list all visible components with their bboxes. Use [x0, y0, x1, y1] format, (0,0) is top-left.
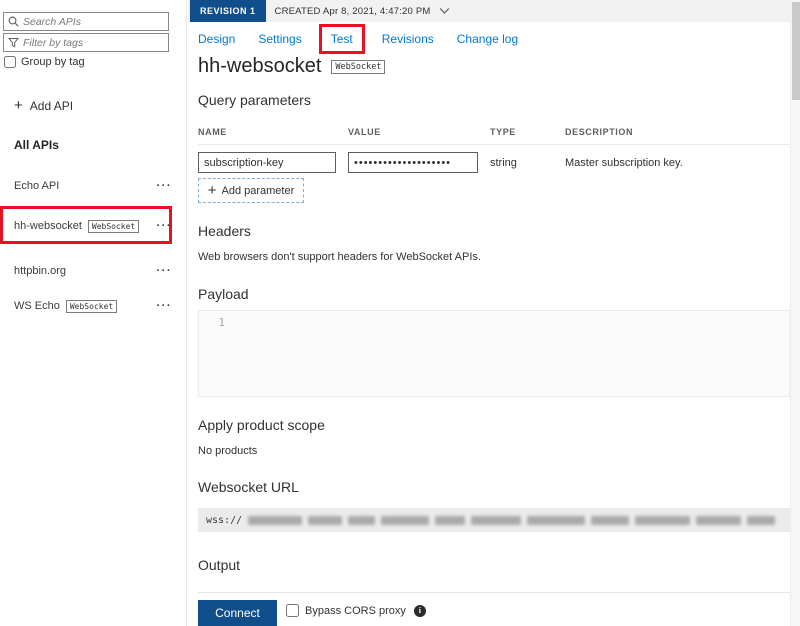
- all-apis-heading: All APIs: [14, 138, 59, 152]
- param-description-cell: Master subscription key.: [565, 157, 790, 169]
- headers-message: Web browsers don't support headers for W…: [198, 251, 481, 263]
- param-name-input[interactable]: [198, 152, 336, 173]
- redacted-url-segment: [308, 516, 342, 525]
- websocket-url-heading: Websocket URL: [198, 479, 299, 495]
- tab-revisions[interactable]: Revisions: [382, 32, 434, 46]
- tab-change-log[interactable]: Change log: [457, 32, 518, 46]
- tab-test[interactable]: Test: [319, 24, 365, 54]
- more-options-icon[interactable]: ···: [157, 300, 173, 312]
- group-by-tag-checkbox[interactable]: Group by tag: [4, 56, 85, 68]
- output-heading: Output: [198, 557, 240, 573]
- search-icon: [8, 16, 19, 27]
- headers-heading: Headers: [198, 223, 251, 239]
- plus-icon: +: [208, 183, 217, 198]
- group-by-tag-label: Group by tag: [21, 56, 85, 68]
- redacted-url-segment: [381, 516, 429, 525]
- param-type-cell: string: [490, 157, 565, 169]
- table-header-row: NAME VALUE TYPE DESCRIPTION: [198, 127, 790, 145]
- websocket-url-bar: wss://: [198, 508, 790, 532]
- redacted-url-segment: [591, 516, 629, 525]
- more-options-icon[interactable]: ···: [157, 220, 173, 232]
- more-options-icon[interactable]: ···: [157, 180, 173, 192]
- redacted-url-segment: [348, 516, 375, 525]
- chevron-down-icon[interactable]: [439, 7, 450, 15]
- revision-topbar: REVISION 1 CREATED Apr 8, 2021, 4:47:20 …: [188, 0, 800, 22]
- add-parameter-label: Add parameter: [222, 185, 295, 197]
- tab-design[interactable]: Design: [198, 32, 235, 46]
- add-parameter-button[interactable]: + Add parameter: [198, 178, 304, 203]
- bypass-cors-label: Bypass CORS proxy: [305, 605, 406, 617]
- redacted-url-segment: [696, 516, 741, 525]
- more-options-icon[interactable]: ···: [157, 265, 173, 277]
- filter-tags-box[interactable]: [3, 33, 169, 52]
- editor-gutter: 1: [199, 311, 233, 396]
- bypass-cors-checkbox[interactable]: [286, 604, 299, 617]
- connect-button[interactable]: Connect: [198, 600, 277, 626]
- websocket-badge: WebSocket: [88, 220, 139, 233]
- sidebar-item-echo-api[interactable]: Echo API ···: [14, 176, 172, 196]
- payload-editor[interactable]: 1: [198, 310, 790, 397]
- param-value-input[interactable]: [348, 152, 478, 173]
- column-header-type: TYPE: [490, 127, 565, 137]
- column-header-name: NAME: [198, 127, 348, 137]
- search-apis-input[interactable]: [23, 16, 164, 28]
- filter-icon: [8, 37, 19, 48]
- group-by-tag-checkbox-input[interactable]: [4, 56, 16, 68]
- scrollbar-thumb[interactable]: [792, 2, 800, 100]
- column-header-value: VALUE: [348, 127, 490, 137]
- sidebar-item-httpbin[interactable]: httpbin.org ···: [14, 261, 172, 281]
- redacted-url-segment: [527, 516, 585, 525]
- api-tabs: Design Settings Test Revisions Change lo…: [198, 26, 518, 52]
- line-number: 1: [199, 311, 233, 329]
- table-row: string Master subscription key.: [198, 152, 790, 173]
- websocket-badge: WebSocket: [331, 60, 385, 74]
- api-item-label: httpbin.org: [14, 265, 66, 277]
- add-api-label: Add API: [30, 99, 73, 113]
- app-root: Group by tag + Add API All APIs Echo API…: [0, 0, 800, 626]
- redacted-url-segment: [435, 516, 465, 525]
- add-api-button[interactable]: + Add API: [14, 98, 73, 113]
- sidebar: Group by tag + Add API All APIs Echo API…: [0, 0, 187, 626]
- redacted-url-segment: [635, 516, 690, 525]
- created-text: CREATED Apr 8, 2021, 4:47:20 PM: [275, 6, 431, 17]
- sidebar-item-hh-websocket[interactable]: hh-websocket WebSocket ···: [14, 216, 172, 236]
- info-icon[interactable]: i: [414, 605, 426, 617]
- column-header-description: DESCRIPTION: [565, 127, 790, 137]
- filter-tags-input[interactable]: [23, 37, 164, 49]
- redacted-url-segment: [747, 516, 775, 525]
- page-title: hh-websocket: [198, 55, 321, 78]
- title-row: hh-websocket WebSocket: [198, 55, 385, 78]
- redacted-url-segment: [248, 516, 302, 525]
- search-apis-box[interactable]: [3, 12, 169, 31]
- revision-badge: REVISION 1: [190, 0, 266, 22]
- product-scope-message: No products: [198, 445, 257, 457]
- api-item-label: hh-websocket: [14, 220, 82, 232]
- sidebar-item-ws-echo[interactable]: WS Echo WebSocket ···: [14, 296, 172, 316]
- bypass-cors-row: Bypass CORS proxy i: [286, 604, 426, 617]
- payload-heading: Payload: [198, 286, 249, 302]
- vertical-scrollbar[interactable]: [790, 0, 800, 626]
- query-parameters-heading: Query parameters: [198, 92, 311, 108]
- api-item-label: Echo API: [14, 180, 59, 192]
- footer-divider: [198, 592, 790, 593]
- plus-icon: +: [14, 98, 23, 113]
- redacted-url-segment: [471, 516, 521, 525]
- websocket-badge: WebSocket: [66, 300, 117, 313]
- product-scope-heading: Apply product scope: [198, 417, 325, 433]
- tab-settings[interactable]: Settings: [258, 32, 301, 46]
- api-item-label: WS Echo: [14, 300, 60, 312]
- url-prefix: wss://: [206, 515, 242, 526]
- query-parameters-table: NAME VALUE TYPE DESCRIPTION string Maste…: [198, 127, 790, 173]
